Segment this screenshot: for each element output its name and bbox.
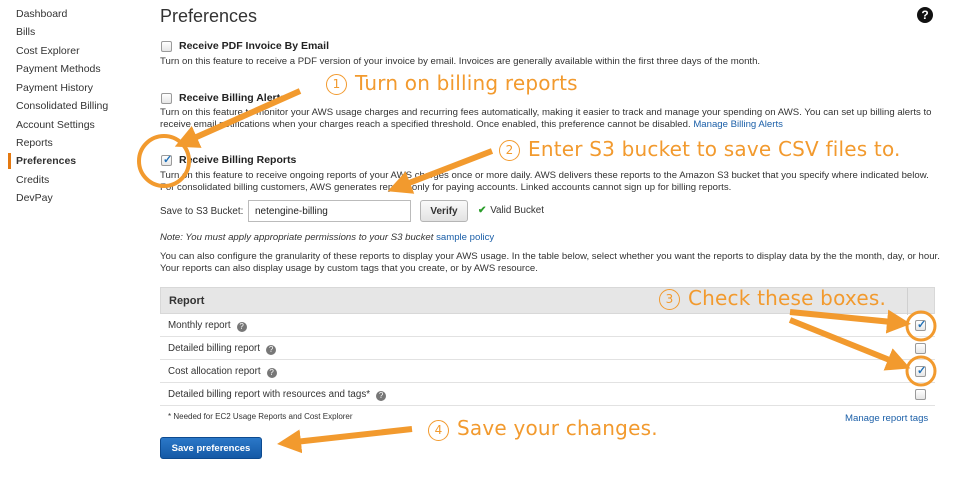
billing-alerts-description: Turn on this feature to monitor your AWS… [160, 107, 935, 131]
step-text: Enter S3 bucket to save CSV files to. [528, 137, 901, 161]
monthly-report-checkbox[interactable] [915, 318, 926, 331]
row-label-text: Monthly report [168, 320, 231, 331]
s3-bucket-input[interactable] [248, 200, 411, 222]
billing-alerts-checkbox[interactable] [161, 93, 172, 104]
step-number: 1 [326, 74, 347, 95]
table-row-detailed: Detailed billing report? [160, 337, 935, 360]
pdf-invoice-description: Turn on this feature to receive a PDF ve… [160, 56, 761, 67]
question-circle-icon[interactable]: ? [917, 7, 933, 23]
step-text: Save your changes. [457, 416, 658, 440]
info-icon[interactable]: ? [236, 322, 247, 332]
table-row-detailed-tags: Detailed billing report with resources a… [160, 383, 935, 406]
detailed-report-checkbox[interactable] [915, 343, 926, 354]
step-number: 3 [659, 289, 680, 310]
sidebar-item-consolidated-billing[interactable]: Consolidated Billing [16, 100, 108, 112]
table-row-cost-allocation: Cost allocation report? [160, 360, 935, 383]
info-icon[interactable]: ? [376, 391, 387, 401]
info-icon[interactable]: ? [266, 368, 277, 378]
sidebar-item-devpay[interactable]: DevPay [16, 192, 53, 204]
sidebar-item-dashboard[interactable]: Dashboard [16, 8, 67, 20]
sidebar: Dashboard Bills Cost Explorer Payment Me… [0, 0, 140, 483]
sidebar-item-payment-history[interactable]: Payment History [16, 82, 93, 94]
sidebar-item-credits[interactable]: Credits [16, 174, 49, 186]
sidebar-item-reports[interactable]: Reports [16, 137, 53, 149]
sidebar-item-account-settings[interactable]: Account Settings [16, 119, 95, 131]
table-row-monthly: Monthly report? [160, 314, 935, 337]
row-label: Detailed billing report? [168, 343, 277, 355]
save-preferences-button[interactable]: Save preferences [160, 437, 262, 459]
step-number: 4 [428, 420, 449, 441]
granularity-description: You can also configure the granularity o… [160, 251, 940, 274]
sidebar-item-bills[interactable]: Bills [16, 26, 35, 38]
valid-bucket-status: ✔ Valid Bucket [478, 205, 544, 216]
checkmark-icon: ✔ [478, 205, 487, 216]
sidebar-item-cost-explorer[interactable]: Cost Explorer [16, 45, 80, 57]
header-divider [907, 288, 908, 315]
row-label-text: Detailed billing report with resources a… [168, 389, 371, 400]
step-text: Check these boxes. [688, 286, 887, 310]
manage-billing-alerts-link[interactable]: Manage Billing Alerts [693, 119, 783, 130]
arrow [277, 426, 413, 454]
sample-policy-link[interactable]: sample policy [436, 232, 494, 243]
billing-reports-title: Receive Billing Reports [179, 154, 297, 166]
note-text: Note: You must apply appropriate permiss… [160, 232, 434, 243]
verify-button[interactable]: Verify [420, 200, 468, 222]
billing-reports-description: Turn on this feature to receive ongoing … [160, 170, 929, 193]
page-title: Preferences [160, 6, 258, 26]
pdf-invoice-title: Receive PDF Invoice By Email [179, 40, 329, 52]
row-label: Detailed billing report with resources a… [168, 389, 387, 401]
step-number: 2 [499, 140, 520, 161]
manage-report-tags-link[interactable]: Manage report tags [845, 413, 928, 424]
billing-alerts-title: Receive Billing Alerts [179, 92, 286, 104]
billing-reports-checkbox[interactable] [161, 153, 172, 166]
sidebar-item-payment-methods[interactable]: Payment Methods [16, 63, 101, 75]
row-label-text: Cost allocation report [168, 366, 261, 377]
step-text: Turn on billing reports [355, 71, 578, 95]
row-label-text: Detailed billing report [168, 343, 261, 354]
pdf-invoice-checkbox[interactable] [161, 41, 172, 52]
s3-bucket-label: Save to S3 Bucket: [160, 206, 244, 217]
cost-allocation-checkbox[interactable] [915, 364, 926, 377]
footnote: * Needed for EC2 Usage Reports and Cost … [168, 412, 353, 421]
row-label: Cost allocation report? [168, 366, 277, 378]
detailed-tags-checkbox[interactable] [915, 389, 926, 400]
table-header-label: Report [169, 295, 205, 307]
active-indicator [8, 153, 11, 169]
valid-bucket-label: Valid Bucket [490, 205, 544, 216]
row-label: Monthly report? [168, 320, 247, 332]
permissions-note: Note: You must apply appropriate permiss… [160, 232, 494, 243]
sidebar-item-preferences[interactable]: Preferences [16, 155, 76, 167]
billing-alerts-text: Turn on this feature to monitor your AWS… [160, 107, 932, 130]
info-icon[interactable]: ? [266, 345, 277, 355]
